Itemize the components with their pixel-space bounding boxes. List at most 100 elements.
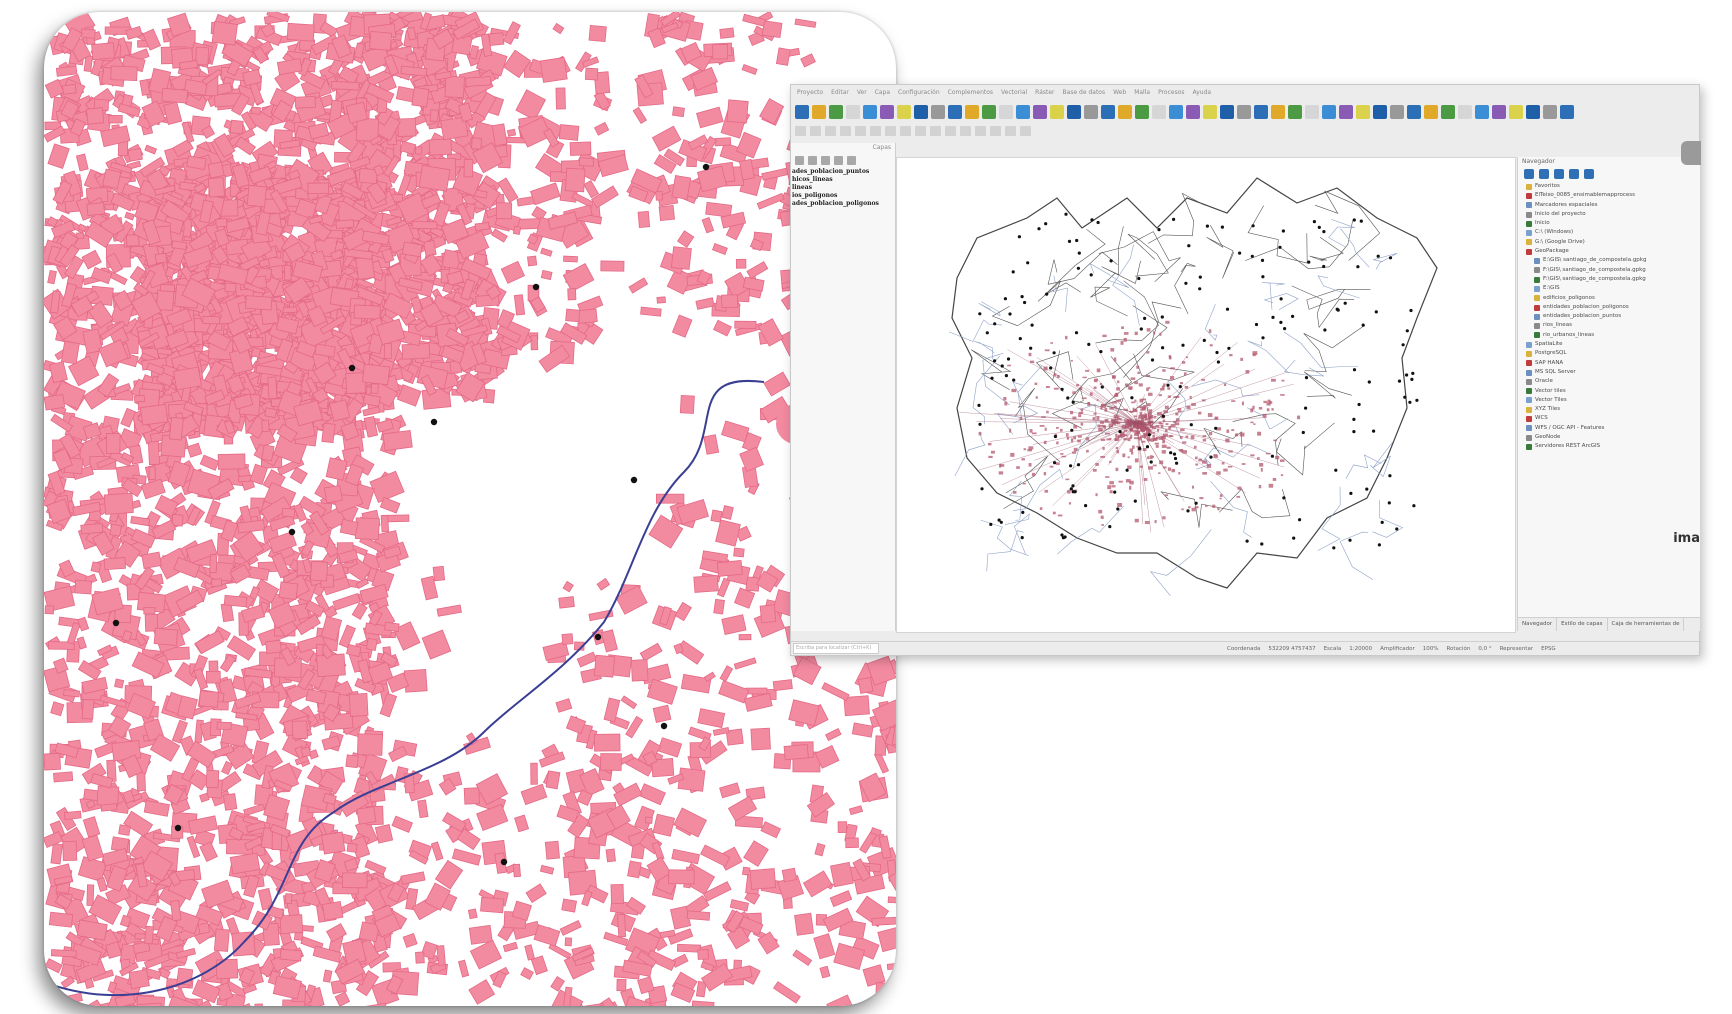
browser-tree-item[interactable]: entidades_poblacion_poligonos	[1518, 303, 1700, 312]
add-layer-icon[interactable]	[1524, 169, 1534, 179]
toolbar-tool-icon[interactable]	[1356, 105, 1370, 119]
toolbar-tool-icon[interactable]	[1526, 105, 1540, 119]
menu-item-editar[interactable]: Editar	[831, 89, 849, 96]
browser-tree-item[interactable]: WCS	[1518, 414, 1700, 423]
browser-tree-item[interactable]: PostgreSQL	[1518, 349, 1700, 358]
rotation-value[interactable]: 0,0 °	[1478, 646, 1491, 652]
toolbar-tool-icon[interactable]	[1271, 105, 1285, 119]
toolbar-tool-icon[interactable]	[1305, 105, 1319, 119]
filter-icon[interactable]	[795, 155, 804, 165]
crs-button[interactable]: EPSG	[1541, 646, 1556, 652]
browser-tree-item[interactable]: E:\GIS	[1518, 284, 1700, 293]
browser-tree-item[interactable]: F:\GIS\ santiago_de_compostela.gpkg	[1518, 266, 1700, 275]
toolbar-tool-icon[interactable]	[1016, 105, 1030, 119]
toolbar-tool-icon[interactable]	[948, 105, 962, 119]
menu-item-capa[interactable]: Capa	[875, 89, 890, 96]
toolbar-tool-icon[interactable]	[1543, 105, 1557, 119]
magnifier-value[interactable]: 100%	[1423, 646, 1439, 652]
browser-tree-item[interactable]: Servidores REST ArcGIS	[1518, 442, 1700, 451]
toolbar-tool-icon[interactable]	[1254, 105, 1268, 119]
toolbar-tool-icon[interactable]	[1050, 105, 1064, 119]
toolbar-tool-icon[interactable]	[1101, 105, 1115, 119]
collapse-icon[interactable]	[847, 155, 856, 165]
browser-tree-item[interactable]: GeoNode	[1518, 433, 1700, 442]
edit-tool-icon[interactable]	[900, 126, 911, 136]
filter-icon[interactable]	[1554, 169, 1564, 179]
toolbar-tool-icon[interactable]	[1441, 105, 1455, 119]
edit-tool-icon[interactable]	[1005, 126, 1016, 136]
browser-tree-item[interactable]: XYZ Tiles	[1518, 405, 1700, 414]
menu-item-ayuda[interactable]: Ayuda	[1193, 89, 1212, 96]
map-canvas[interactable]	[896, 157, 1516, 633]
menu-item-base-de-datos[interactable]: Base de datos	[1063, 89, 1106, 96]
edit-tool-icon[interactable]	[855, 126, 866, 136]
visibility-icon[interactable]	[808, 155, 817, 165]
toolbar-tool-icon[interactable]	[965, 105, 979, 119]
browser-tree-item[interactable]: G:\ (Google Drive)	[1518, 238, 1700, 247]
toolbar-tool-icon[interactable]	[1288, 105, 1302, 119]
toolbar-tool-icon[interactable]	[999, 105, 1013, 119]
toolbar-tool-icon[interactable]	[1475, 105, 1489, 119]
layer-item[interactable]: ades_poblacion_puntos	[791, 168, 895, 176]
toolbar-tool-icon[interactable]	[1067, 105, 1081, 119]
browser-tree-item[interactable]: rio_urbanos_lineas	[1518, 331, 1700, 340]
toolbar-tool-icon[interactable]	[880, 105, 894, 119]
toolbar-tool-icon[interactable]	[1509, 105, 1523, 119]
menu-item-procesos[interactable]: Procesos	[1158, 89, 1184, 96]
browser-tree-item[interactable]: Vector tiles	[1518, 387, 1700, 396]
browser-tree-item[interactable]: Inicio del proyecto	[1518, 210, 1700, 219]
toolbar-tool-icon[interactable]	[1203, 105, 1217, 119]
browser-tree-item[interactable]: E:\GIS\ santiago_de_compostela.gpkg	[1518, 256, 1700, 265]
layer-item[interactable]: hicos_lineas	[791, 176, 895, 184]
browser-tree-item[interactable]: SpatiaLite	[1518, 340, 1700, 349]
toolbar-tool-icon[interactable]	[1220, 105, 1234, 119]
scale-value[interactable]: 1:20000	[1349, 646, 1372, 652]
toolbar-tool-icon[interactable]	[1492, 105, 1506, 119]
toolbar-tool-icon[interactable]	[1560, 105, 1574, 119]
tab-estilo-de-capas[interactable]: Estilo de capas	[1557, 618, 1608, 631]
toolbar-tool-icon[interactable]	[1339, 105, 1353, 119]
tab-caja-de-herramientas[interactable]: Caja de herramientas de	[1608, 618, 1685, 631]
toolbar-tool-icon[interactable]	[1237, 105, 1251, 119]
menu-item-web[interactable]: Web	[1113, 89, 1126, 96]
toolbar-tool-icon[interactable]	[1373, 105, 1387, 119]
edit-tool-icon[interactable]	[960, 126, 971, 136]
menu-item-proyecto[interactable]: Proyecto	[797, 89, 823, 96]
browser-tree-item[interactable]: Favoritos	[1518, 182, 1700, 191]
menu-item-malla[interactable]: Malla	[1134, 89, 1150, 96]
toolbar-tool-icon[interactable]	[1458, 105, 1472, 119]
browser-tree-item[interactable]: MS SQL Server	[1518, 368, 1700, 377]
edit-tool-icon[interactable]	[1020, 126, 1031, 136]
edit-tool-icon[interactable]	[840, 126, 851, 136]
toolbar-tool-icon[interactable]	[863, 105, 877, 119]
panel-collapse-handle[interactable]	[1681, 141, 1701, 165]
toolbar-tool-icon[interactable]	[1407, 105, 1421, 119]
toolbar-tool-icon[interactable]	[1424, 105, 1438, 119]
browser-tree-item[interactable]: rios_lineas	[1518, 321, 1700, 330]
toolbar-tool-icon[interactable]	[931, 105, 945, 119]
toolbar-tool-icon[interactable]	[1152, 105, 1166, 119]
layer-item[interactable]: ios_poligonos	[791, 192, 895, 200]
edit-tool-icon[interactable]	[945, 126, 956, 136]
toolbar-tool-icon[interactable]	[1169, 105, 1183, 119]
edit-tool-icon[interactable]	[930, 126, 941, 136]
browser-tree-item[interactable]: F:\GIS\ santiago_de_compostela.gpkg	[1518, 275, 1700, 284]
toolbar-tool-icon[interactable]	[812, 105, 826, 119]
edit-tool-icon[interactable]	[810, 126, 821, 136]
browser-tree-item[interactable]: Inicio	[1518, 219, 1700, 228]
toolbar-tool-icon[interactable]	[1118, 105, 1132, 119]
browser-tree-item[interactable]: SAP HANA	[1518, 359, 1700, 368]
browser-tree-item[interactable]: C:\ (Windows)	[1518, 228, 1700, 237]
refresh-icon[interactable]	[1539, 169, 1549, 179]
menu-item-complementos[interactable]: Complementos	[948, 89, 993, 96]
menu-item-raster[interactable]: Ráster	[1035, 89, 1054, 96]
menu-item-configuracion[interactable]: Configuración	[898, 89, 940, 96]
browser-tree-item[interactable]: edificios_poligonos	[1518, 294, 1700, 303]
browser-tree-item[interactable]: Marcadores espaciales	[1518, 201, 1700, 210]
locator-search-input[interactable]: Escriba para localizar (Ctrl+K)	[793, 643, 879, 654]
menu-item-ver[interactable]: Ver	[857, 89, 867, 96]
toolbar-tool-icon[interactable]	[1033, 105, 1047, 119]
render-checkbox[interactable]: Representar	[1500, 646, 1534, 652]
edit-tool-icon[interactable]	[885, 126, 896, 136]
toolbar-tool-icon[interactable]	[1135, 105, 1149, 119]
